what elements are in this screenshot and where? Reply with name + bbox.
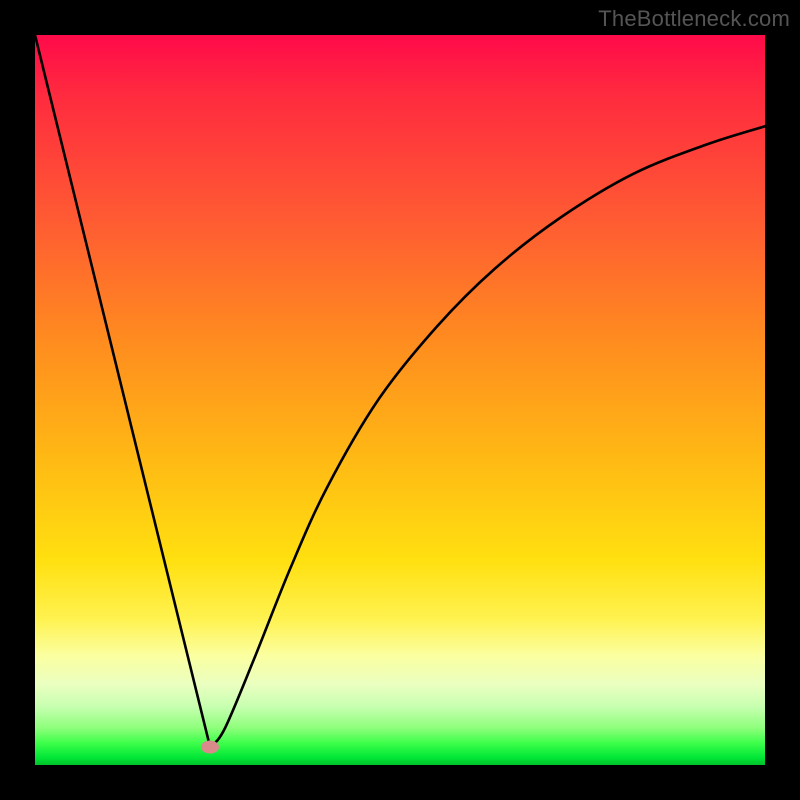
minimum-marker <box>201 741 219 754</box>
watermark-text: TheBottleneck.com <box>598 6 790 32</box>
plot-area <box>35 35 765 765</box>
chart-frame: TheBottleneck.com <box>0 0 800 800</box>
bottleneck-curve <box>35 35 765 765</box>
